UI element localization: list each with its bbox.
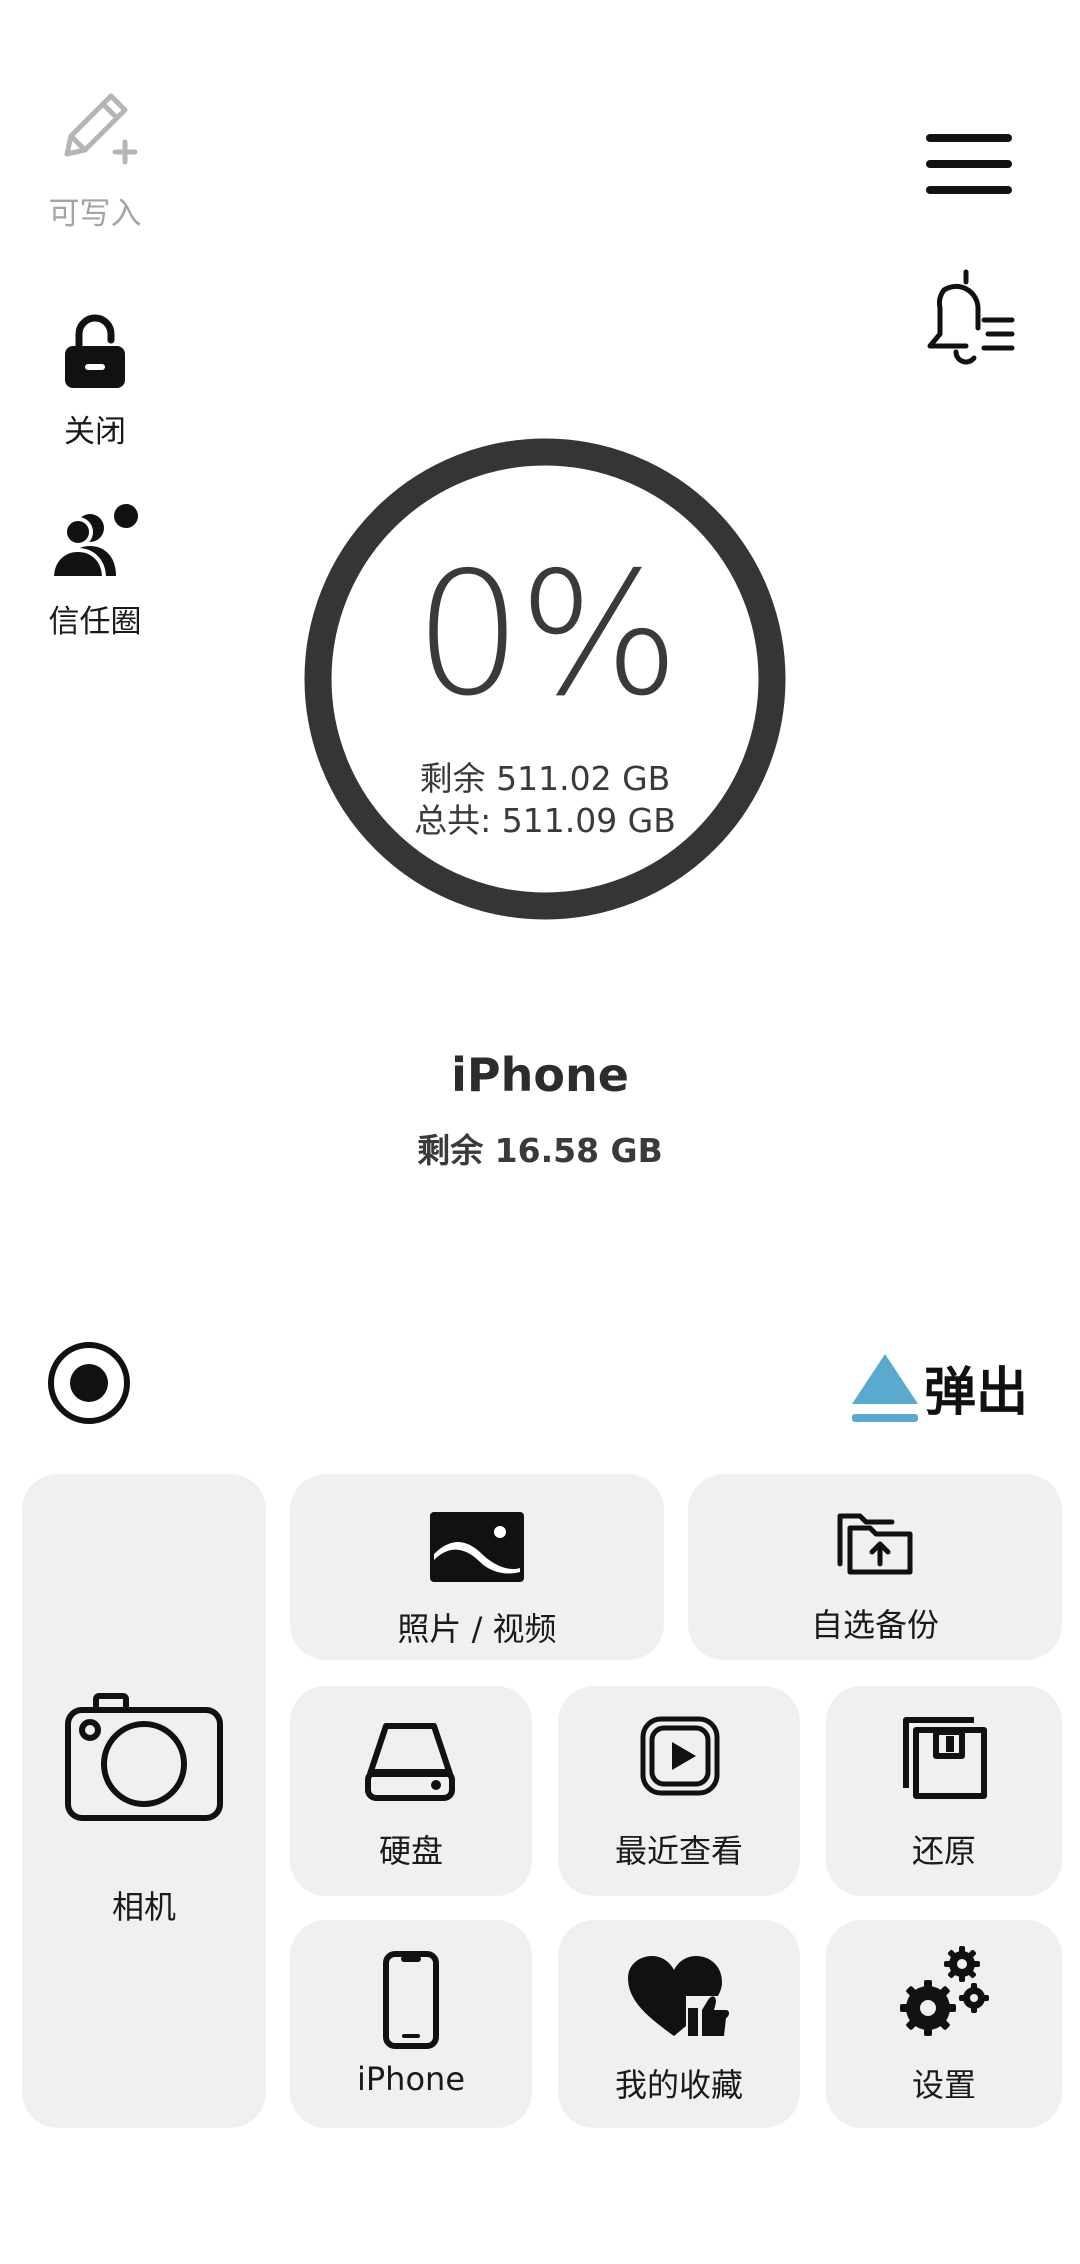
custom-backup-tile[interactable]: 自选备份 bbox=[688, 1474, 1062, 1660]
restore-label: 还原 bbox=[911, 1832, 976, 1870]
pencil-plus-icon bbox=[64, 93, 138, 165]
recently-viewed-label: 最近查看 bbox=[614, 1832, 743, 1870]
iphone-label: iPhone bbox=[356, 2060, 465, 2098]
unlock-icon bbox=[65, 314, 125, 388]
storage-total: 总共: 511.09 GB bbox=[414, 801, 676, 840]
disk-tile[interactable]: 硬盘 bbox=[290, 1686, 532, 1896]
eject-button[interactable]: 弹出 bbox=[850, 1350, 1028, 1425]
photos-videos-tile[interactable]: 照片 / 视频 bbox=[290, 1474, 664, 1660]
save-stack-icon bbox=[903, 1717, 987, 1799]
menu-button[interactable] bbox=[922, 128, 1016, 200]
device-name: iPhone bbox=[451, 1048, 629, 1102]
device-free-space: 剩余 16.58 GB bbox=[417, 1131, 663, 1170]
hard-drive-icon bbox=[365, 1723, 455, 1801]
usage-percent: 0% bbox=[414, 536, 680, 734]
photos-videos-label: 照片 / 视频 bbox=[397, 1610, 557, 1648]
settings-label: 设置 bbox=[911, 2066, 976, 2104]
settings-tile[interactable]: 设置 bbox=[826, 1920, 1062, 2128]
camera-tile[interactable]: 相机 bbox=[22, 1474, 266, 2128]
recently-viewed-tile[interactable]: 最近查看 bbox=[558, 1686, 800, 1896]
eject-icon bbox=[852, 1353, 918, 1422]
bell-list-icon bbox=[927, 269, 1015, 365]
eject-label: 弹出 bbox=[924, 1363, 1029, 1423]
hamburger-menu-icon bbox=[926, 134, 1012, 194]
favorites-tile[interactable]: 我的收藏 bbox=[558, 1920, 800, 2128]
disk-label: 硬盘 bbox=[378, 1832, 443, 1870]
writable-button[interactable]: 可写入 bbox=[0, 82, 190, 233]
record-icon bbox=[48, 1342, 130, 1424]
camera-label: 相机 bbox=[111, 1888, 176, 1926]
camera-icon bbox=[65, 1693, 223, 1821]
folder-upload-icon bbox=[837, 1513, 913, 1575]
heart-like-icon bbox=[628, 1956, 729, 2036]
iphone-tile[interactable]: iPhone bbox=[290, 1920, 532, 2128]
lock-label: 关闭 bbox=[64, 414, 126, 450]
favorites-label: 我的收藏 bbox=[614, 2066, 743, 2104]
play-icon bbox=[640, 1716, 720, 1796]
lock-button[interactable]: 关闭 bbox=[0, 312, 190, 451]
notifications-button[interactable] bbox=[922, 268, 1018, 372]
record-button[interactable] bbox=[46, 1340, 132, 1426]
writable-label: 可写入 bbox=[48, 196, 142, 232]
trust-circle-button[interactable]: 信任圈 bbox=[0, 502, 190, 641]
users-notification-icon bbox=[49, 504, 138, 580]
storage-ring: 0% 剩余 511.02 GB 总共: 511.09 GB bbox=[304, 438, 786, 920]
restore-tile[interactable]: 还原 bbox=[826, 1686, 1062, 1896]
trust-circle-label: 信任圈 bbox=[48, 604, 142, 640]
storage-remaining: 剩余 511.02 GB bbox=[419, 759, 671, 798]
phone-icon bbox=[383, 1951, 439, 2049]
gears-icon bbox=[900, 1946, 989, 2036]
custom-backup-label: 自选备份 bbox=[810, 1606, 939, 1644]
image-icon bbox=[430, 1512, 524, 1582]
